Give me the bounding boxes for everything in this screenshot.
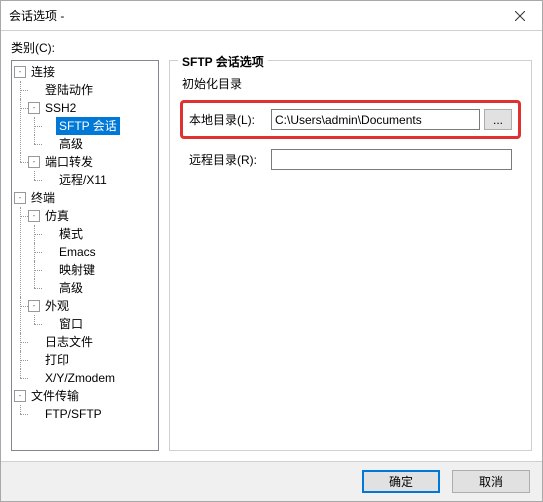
cancel-button[interactable]: 取消 bbox=[452, 470, 530, 493]
local-dir-input[interactable] bbox=[271, 109, 480, 130]
init-dir-heading: 初始化目录 bbox=[182, 75, 521, 92]
tree-expander[interactable]: - bbox=[28, 156, 40, 168]
tree-node-sftp-session[interactable]: SFTP 会话 bbox=[56, 117, 120, 135]
tree-node-terminal[interactable]: 终端 bbox=[28, 189, 58, 207]
highlight-annotation: 本地目录(L): ... bbox=[180, 100, 521, 139]
tree-node-login-actions[interactable]: 登陆动作 bbox=[42, 81, 96, 99]
tree-node-mapped-keys[interactable]: 映射键 bbox=[56, 261, 98, 279]
group-title: SFTP 会话选项 bbox=[178, 53, 268, 70]
tree-expander[interactable]: - bbox=[28, 102, 40, 114]
window-title: 会话选项 - bbox=[1, 7, 64, 24]
dialog-content: 类别(C): -连接 登陆动作 -SSH2 SFTP 会话 高级 bbox=[1, 31, 542, 461]
browse-button[interactable]: ... bbox=[484, 109, 512, 130]
tree-node-emulation[interactable]: 仿真 bbox=[42, 207, 72, 225]
tree-node-port-forwarding[interactable]: 端口转发 bbox=[42, 153, 96, 171]
ok-button[interactable]: 确定 bbox=[362, 470, 440, 493]
tree-expander[interactable]: - bbox=[14, 192, 26, 204]
tree-node-ftp-sftp[interactable]: FTP/SFTP bbox=[42, 405, 105, 423]
tree-node-emacs[interactable]: Emacs bbox=[56, 243, 99, 261]
tree-node-advanced2[interactable]: 高级 bbox=[56, 279, 86, 297]
tree-node-log-file[interactable]: 日志文件 bbox=[42, 333, 96, 351]
tree-node-modes[interactable]: 模式 bbox=[56, 225, 86, 243]
sftp-session-group: SFTP 会话选项 初始化目录 本地目录(L): ... 远程目录(R): bbox=[169, 60, 532, 451]
category-label: 类别(C): bbox=[11, 39, 532, 56]
remote-dir-input[interactable] bbox=[271, 149, 512, 170]
tree-node-window[interactable]: 窗口 bbox=[56, 315, 86, 333]
main-area: -连接 登陆动作 -SSH2 SFTP 会话 高级 bbox=[11, 60, 532, 451]
tree-node-file-transfer[interactable]: 文件传输 bbox=[28, 387, 82, 405]
close-button[interactable] bbox=[498, 1, 542, 30]
remote-dir-row: 远程目录(R): bbox=[180, 149, 521, 170]
local-dir-row: 本地目录(L): ... bbox=[189, 109, 512, 130]
session-options-window: 会话选项 - 类别(C): -连接 登陆动作 -SSH2 SFTP bbox=[0, 0, 543, 502]
tree-node-remote-x11[interactable]: 远程/X11 bbox=[56, 171, 110, 189]
close-icon bbox=[515, 11, 525, 21]
tree-expander[interactable]: - bbox=[14, 390, 26, 402]
local-dir-label: 本地目录(L): bbox=[189, 111, 267, 128]
button-bar: 确定 取消 bbox=[1, 461, 542, 501]
tree-node-printing[interactable]: 打印 bbox=[42, 351, 72, 369]
tree-expander[interactable]: - bbox=[28, 210, 40, 222]
remote-dir-label: 远程目录(R): bbox=[189, 151, 267, 168]
tree-node-advanced[interactable]: 高级 bbox=[56, 135, 86, 153]
category-tree[interactable]: -连接 登陆动作 -SSH2 SFTP 会话 高级 bbox=[11, 60, 159, 451]
tree-node-xyzmodem[interactable]: X/Y/Zmodem bbox=[42, 369, 118, 387]
tree-node-connection[interactable]: 连接 bbox=[28, 63, 58, 81]
tree-node-appearance[interactable]: 外观 bbox=[42, 297, 72, 315]
tree-expander[interactable]: - bbox=[28, 300, 40, 312]
tree-node-ssh2[interactable]: SSH2 bbox=[42, 99, 79, 117]
tree-expander[interactable]: - bbox=[14, 66, 26, 78]
settings-panel: SFTP 会话选项 初始化目录 本地目录(L): ... 远程目录(R): bbox=[169, 60, 532, 451]
titlebar: 会话选项 - bbox=[1, 1, 542, 31]
